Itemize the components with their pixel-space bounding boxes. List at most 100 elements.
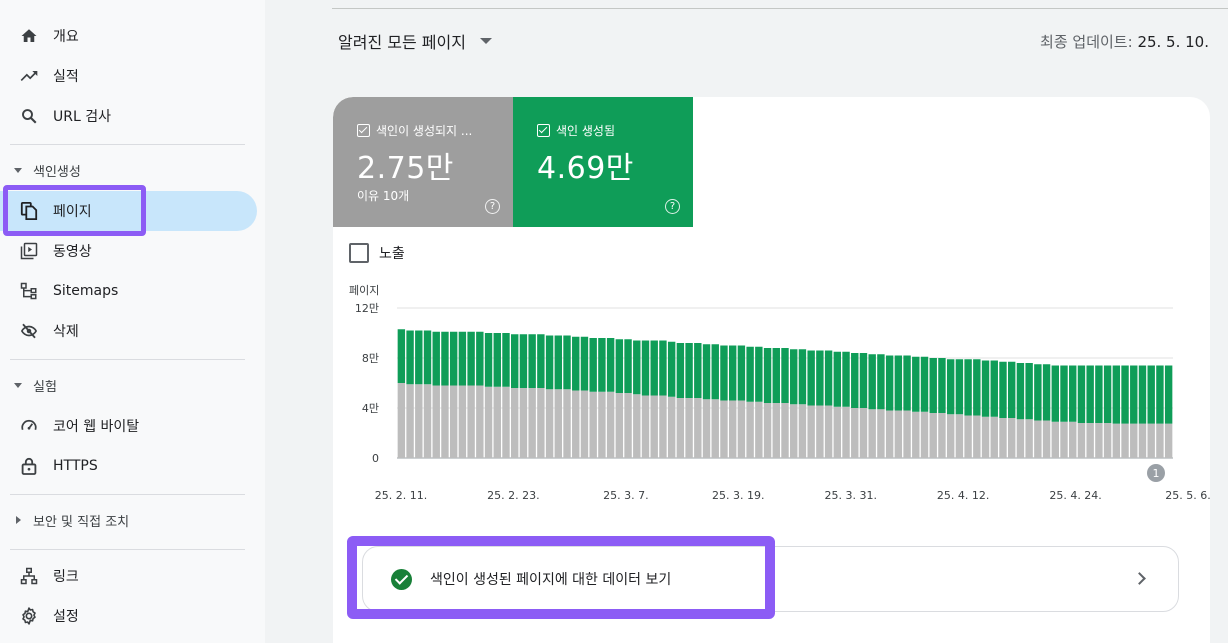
bar-not-indexed	[467, 385, 475, 458]
visibility-off-icon	[19, 321, 39, 341]
bar-not-indexed	[946, 414, 955, 458]
nav-divider	[10, 494, 245, 495]
impressions-toggle[interactable]: 노출	[349, 243, 405, 263]
bar-not-indexed	[781, 403, 789, 458]
y-axis-title: 페이지	[349, 284, 379, 297]
pages-chart: 페이지 0 4만 8만 12만 25. 2. 11. 25. 2. 23. 25. 3. 7.…	[333, 282, 1210, 512]
sidebar-item-label: Sitemaps	[53, 283, 119, 299]
sidebar-item-links[interactable]: 링크	[0, 556, 250, 596]
bar-not-indexed	[1042, 420, 1051, 458]
bar-indexed	[1069, 365, 1077, 422]
bar-indexed	[755, 346, 763, 402]
bar-indexed	[641, 340, 650, 396]
bar-not-indexed	[1051, 421, 1059, 458]
bar-not-indexed	[659, 395, 667, 458]
lock-icon	[19, 456, 39, 476]
bar-not-indexed	[1060, 421, 1068, 458]
sidebar-item-sitemaps[interactable]: Sitemaps	[0, 271, 250, 311]
bar-not-indexed	[441, 385, 449, 458]
bar-indexed	[964, 359, 972, 416]
bar-indexed	[763, 348, 772, 403]
bar-not-indexed	[903, 410, 911, 458]
bar-indexed	[720, 345, 728, 401]
bar-not-indexed	[990, 416, 998, 458]
help-icon[interactable]: ?	[485, 199, 500, 214]
bar-indexed	[1138, 365, 1147, 424]
bar-indexed	[519, 334, 528, 388]
bar-not-indexed	[859, 408, 868, 458]
last-update-value: 25. 5. 10.	[1137, 33, 1209, 51]
bar-not-indexed	[912, 411, 920, 458]
sidebar-item-removals[interactable]: 삭제	[0, 311, 250, 351]
help-icon[interactable]: ?	[665, 199, 680, 214]
bar-not-indexed	[711, 399, 719, 458]
chart-svg: 페이지 0 4만 8만 12만 25. 2. 11. 25. 2. 23. 25. 3. 7.…	[349, 284, 1210, 502]
section-security-toggle[interactable]: 보안 및 직접 조치	[0, 505, 250, 535]
bar-not-indexed	[938, 413, 946, 458]
bar-indexed	[441, 331, 449, 386]
bar-indexed	[868, 354, 876, 410]
bar-indexed	[415, 330, 423, 385]
bar-indexed	[859, 353, 868, 408]
bar-indexed	[1051, 365, 1059, 422]
bar-indexed	[946, 359, 955, 415]
view-indexed-data-link[interactable]: 색인이 생성된 페이지에 대한 데이터 보기	[362, 546, 1179, 612]
x-tick-label: 25. 2. 23.	[487, 489, 539, 502]
bar-indexed	[449, 331, 458, 386]
bar-indexed	[502, 333, 510, 387]
bar-not-indexed	[1077, 423, 1086, 458]
bar-indexed	[903, 355, 911, 411]
bar-not-indexed	[1138, 423, 1147, 458]
bar-indexed	[711, 344, 719, 400]
last-update-label: 최종 업데이트:	[1040, 33, 1133, 51]
bar-not-indexed	[554, 389, 563, 458]
sidebar-item-performance[interactable]: 실적	[0, 56, 250, 96]
bar-indexed	[1016, 363, 1025, 420]
bar-not-indexed	[894, 410, 903, 458]
bar-not-indexed	[702, 399, 711, 458]
bar-not-indexed	[1034, 420, 1042, 458]
bar-not-indexed	[929, 413, 937, 458]
bar-indexed	[650, 340, 658, 396]
bar-not-indexed	[1164, 423, 1173, 458]
section-experience-toggle[interactable]: 실험	[0, 370, 250, 400]
sidebar-item-url-inspection[interactable]: URL 검사	[0, 96, 250, 136]
tile-not-indexed[interactable]: 색인이 생성되지 ... 2.75만 이유 10개 ?	[333, 97, 513, 227]
bar-not-indexed	[502, 386, 510, 458]
bar-not-indexed	[737, 400, 746, 458]
section-indexing-toggle[interactable]: 색인생성	[0, 155, 250, 185]
bar-indexed	[929, 358, 937, 413]
bar-not-indexed	[1016, 419, 1025, 458]
bar-not-indexed	[633, 394, 641, 458]
bar-indexed	[1112, 365, 1121, 424]
sidebar-item-core-web-vitals[interactable]: 코어 웹 바이탈	[0, 406, 250, 446]
bar-indexed	[633, 340, 641, 395]
page-scope-dropdown[interactable]: 알려진 모든 페이지	[338, 28, 492, 54]
speed-gauge-icon	[19, 416, 39, 436]
check-circle-icon	[391, 569, 412, 590]
sidebar-item-label: 실적	[53, 69, 79, 85]
bar-not-indexed	[615, 393, 624, 458]
sidebar: 개요 실적 URL 검사 색인생성 페이지 동영상 Sitemaps 삭제 실험…	[0, 0, 265, 643]
bar-indexed	[781, 348, 789, 403]
bar-not-indexed	[1103, 423, 1112, 458]
bar-indexed	[615, 339, 624, 393]
bar-indexed	[824, 350, 833, 406]
tile-indexed[interactable]: 색인 생성됨 4.69만 ?	[513, 97, 693, 227]
bar-indexed	[1147, 365, 1155, 424]
sidebar-item-https[interactable]: HTTPS	[0, 446, 250, 486]
last-update: 최종 업데이트: 25. 5. 10.	[1040, 31, 1209, 52]
bar-not-indexed	[598, 391, 606, 458]
bar-not-indexed	[1025, 419, 1033, 458]
chevron-right-icon	[1133, 572, 1146, 585]
bar-not-indexed	[606, 391, 615, 458]
sidebar-item-videos[interactable]: 동영상	[0, 231, 250, 271]
tile-header: 색인이 생성되지 ...	[357, 122, 472, 139]
checkbox-unchecked-icon[interactable]	[349, 243, 369, 263]
sidebar-item-settings[interactable]: 설정	[0, 596, 250, 636]
bar-not-indexed	[964, 415, 972, 458]
bar-indexed	[676, 343, 685, 398]
sidebar-item-overview[interactable]: 개요	[0, 16, 250, 56]
x-tick-label: 25. 3. 7.	[603, 489, 648, 502]
y-tick-label: 8만	[362, 352, 379, 365]
